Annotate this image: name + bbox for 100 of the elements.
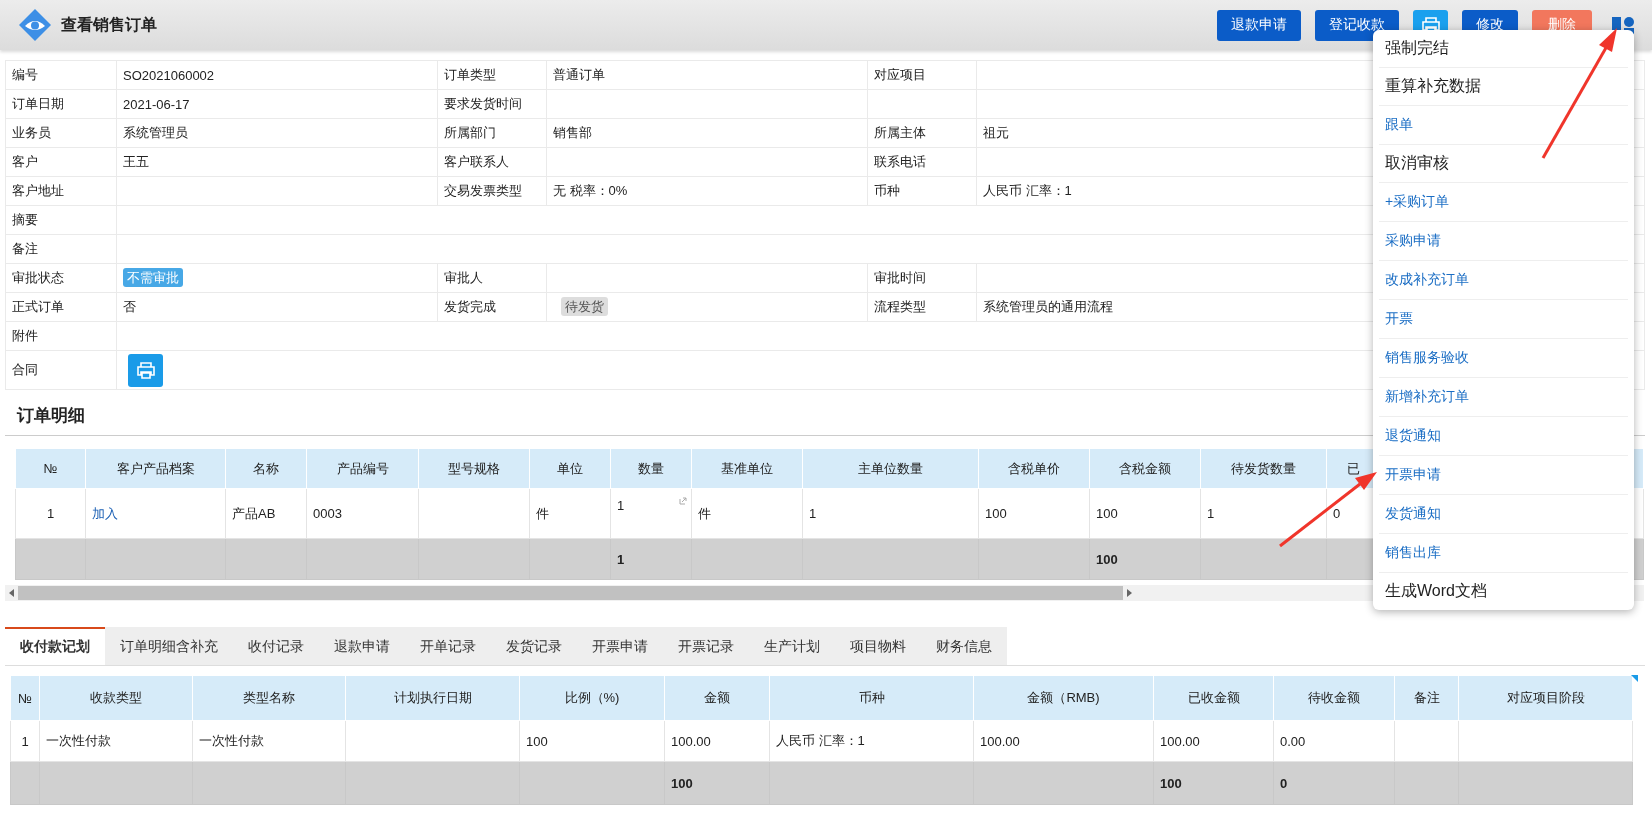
table-cell: 一次性付款 [46,733,111,748]
column-header: 客户产品档案 [85,448,226,489]
status-tag: 待发货 [561,297,608,316]
field-label: 所属部门 [444,125,496,140]
eye-icon [18,8,52,42]
field-value: 人民币 汇率：1 [983,183,1072,198]
tab[interactable]: 开单记录 [405,627,491,665]
table-cell: 100 [1096,506,1118,521]
tab[interactable]: 财务信息 [921,627,1007,665]
table-cell: 1 [809,506,817,521]
field-label: 审批时间 [874,270,926,285]
table-cell: 100 [526,733,548,749]
menu-item[interactable]: 开票 [1379,300,1628,339]
field-label: 客户 [12,154,38,169]
menu-item[interactable]: 退货通知 [1379,417,1628,456]
table-cell: 0 [1333,506,1341,521]
table-cell: 件 [698,505,711,521]
menu-item[interactable]: +采购订单 [1379,183,1628,222]
column-header: 计划执行日期 [345,675,520,721]
column-header: 金额（RMB) [973,675,1154,721]
column-header: № [15,448,86,489]
tab[interactable]: 生产计划 [749,627,835,665]
menu-item[interactable]: 开票申请 [1379,456,1628,495]
corner-mark-icon [1631,675,1638,682]
column-header: 主单位数量 [802,448,979,489]
tab[interactable]: 收付记录 [233,627,319,665]
field-label: 审批人 [444,270,483,285]
table-cell: 1 [46,506,55,521]
print-button[interactable] [128,353,163,387]
column-header: 备注 [1394,675,1459,721]
field-label: 审批状态 [12,270,64,285]
tab[interactable]: 退款申请 [319,627,405,665]
field-value: 王五 [123,154,149,169]
menu-item[interactable]: 重算补充数据 [1379,68,1628,106]
column-header: 类型名称 [192,675,346,721]
tab[interactable]: 开票记录 [663,627,749,665]
field-value: 祖元 [983,125,1009,140]
tab[interactable]: 开票申请 [577,627,663,665]
field-label: 发货完成 [444,299,496,314]
field-label: 附件 [12,328,38,343]
field-label: 编号 [12,67,38,82]
total-cell: 100 [1096,551,1118,567]
field-label: 流程类型 [874,299,926,314]
total-cell: 100 [1160,775,1182,791]
column-header: 含税金额 [1089,448,1201,489]
field-value: SO2021060002 [123,67,215,83]
menu-item[interactable]: 新增补充订单 [1379,378,1628,417]
table-cell: 1 [21,733,29,749]
total-cell: 100 [671,775,693,791]
field-label: 业务员 [12,125,51,140]
column-header: 基准单位 [691,448,803,489]
table-cell: 件 [536,505,549,521]
action-button[interactable]: 登记收款 [1315,9,1399,41]
column-header: 对应项目阶段 [1458,675,1633,721]
field-label: 要求发货时间 [444,96,522,111]
column-header: 待发货数量 [1200,448,1327,489]
field-label: 摘要 [12,212,38,227]
column-header: 产品编号 [306,448,419,489]
field-value: 系统管理员 [123,125,188,140]
table-cell: 0003 [313,506,342,521]
page-title: 查看销售订单 [61,14,158,35]
menu-item[interactable]: 改成补充订单 [1379,261,1628,300]
table-cell: 0.00 [1280,733,1306,749]
status-badge: 不需审批 [123,268,183,287]
field-label: 联系电话 [874,154,926,169]
quantity-field[interactable]: 1 [610,488,692,539]
field-label: 对应项目 [874,67,926,82]
column-header: 币种 [769,675,974,721]
table-cell: 1 [1207,506,1215,521]
field-label: 订单日期 [12,96,64,111]
total-cell: 1 [617,551,625,567]
field-label: 所属主体 [874,125,926,140]
table-cell: 100.00 [1160,733,1200,749]
menu-item[interactable]: 取消审核 [1379,145,1628,183]
column-header: 已收金额 [1153,675,1274,721]
field-label: 客户联系人 [444,154,509,169]
field-label: 交易发票类型 [444,183,522,198]
field-label: 合同 [12,362,38,377]
menu-item[interactable]: 采购申请 [1379,222,1628,261]
menu-item[interactable]: 跟单 [1379,106,1628,145]
menu-item[interactable]: 销售服务验收 [1379,339,1628,378]
field-value: 系统管理员的通用流程 [983,299,1113,314]
tab[interactable]: 项目物料 [835,627,921,665]
link[interactable]: 加入 [92,505,118,521]
menu-item[interactable]: 销售出库 [1379,534,1628,573]
menu-item[interactable]: 发货通知 [1379,495,1628,534]
menu-item[interactable]: 生成Word文档 [1379,573,1628,610]
table-cell: 一次性付款 [199,733,264,748]
column-header: 名称 [225,448,307,489]
column-header: 含税单价 [978,448,1090,489]
tab[interactable]: 订单明细含补充 [105,627,233,665]
tab[interactable]: 发货记录 [491,627,577,665]
column-header: 比例（%) [519,675,665,721]
total-cell: 0 [1280,775,1288,791]
external-link-icon[interactable] [679,497,687,505]
action-button[interactable]: 退款申请 [1217,9,1301,41]
table-cell: 产品AB [232,505,276,521]
field-value: 无 税率：0% [553,183,628,198]
field-label: 币种 [874,183,900,198]
column-header: 金额 [664,675,770,721]
